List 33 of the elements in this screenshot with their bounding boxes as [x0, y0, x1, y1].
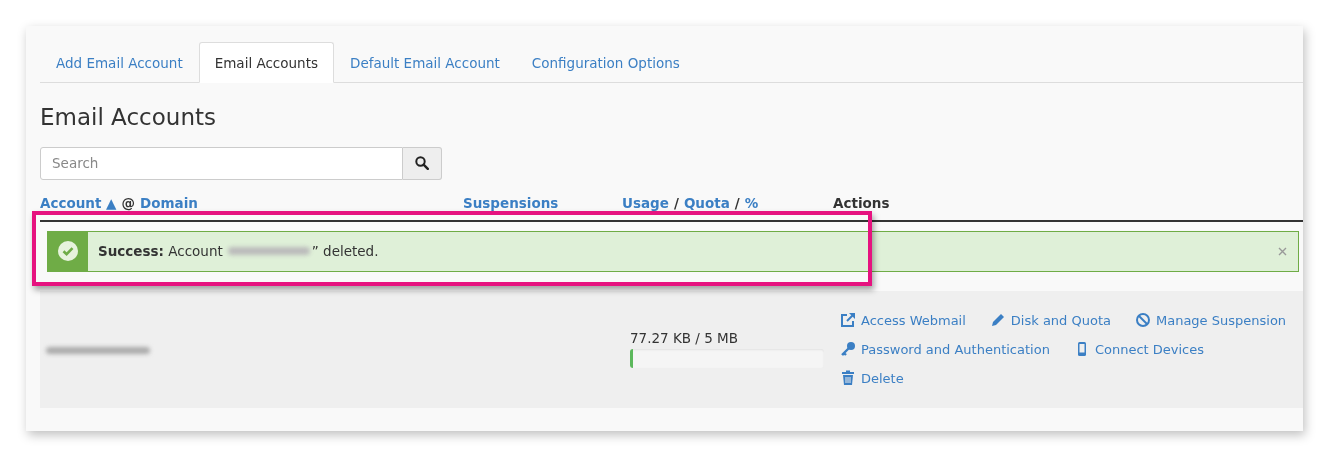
check-icon [58, 241, 78, 262]
column-sort-link[interactable]: Suspensions [463, 194, 559, 220]
ban-icon [1135, 312, 1151, 329]
action-link[interactable]: Connect Devices [1073, 341, 1204, 358]
column-header: @ [121, 194, 135, 213]
trash-icon [840, 370, 856, 387]
search-button[interactable] [403, 146, 442, 180]
column-sort-link[interactable]: Domain [140, 194, 198, 220]
column-header: Actions [833, 194, 890, 213]
alert-message: ” deleted. [311, 243, 379, 260]
action-link[interactable]: Disk and Quota [989, 312, 1111, 329]
column-sort-link[interactable]: Quota [683, 194, 730, 220]
action-link[interactable]: Access Webmail [840, 312, 966, 329]
pencil-icon [989, 312, 1006, 329]
column-sort-link[interactable]: Usage [622, 194, 669, 220]
action-link[interactable]: Manage Suspension [1135, 312, 1287, 329]
column-sort-link[interactable]: % [744, 194, 759, 220]
page-title: Email Accounts [40, 104, 217, 132]
column-header: / [734, 194, 740, 213]
action-link[interactable]: Password and Authentication [840, 341, 1050, 358]
action-link[interactable]: Delete [840, 370, 904, 387]
alert-message: Success: Account [98, 243, 223, 260]
search-field[interactable]: Search [40, 146, 403, 180]
search-icon [415, 156, 429, 171]
tab[interactable]: Email Accounts [198, 42, 334, 83]
usage-text: 77.27 KB / 5 MB [630, 330, 739, 347]
external-link-icon [840, 312, 856, 329]
tab[interactable]: Default Email Account [334, 42, 516, 83]
column-sort-link[interactable]: Account ▲ [40, 194, 117, 220]
column-header: / [673, 194, 679, 213]
tab[interactable]: Configuration Options [515, 42, 696, 83]
tab[interactable]: Add Email Account [40, 42, 199, 83]
key-icon [840, 341, 856, 358]
